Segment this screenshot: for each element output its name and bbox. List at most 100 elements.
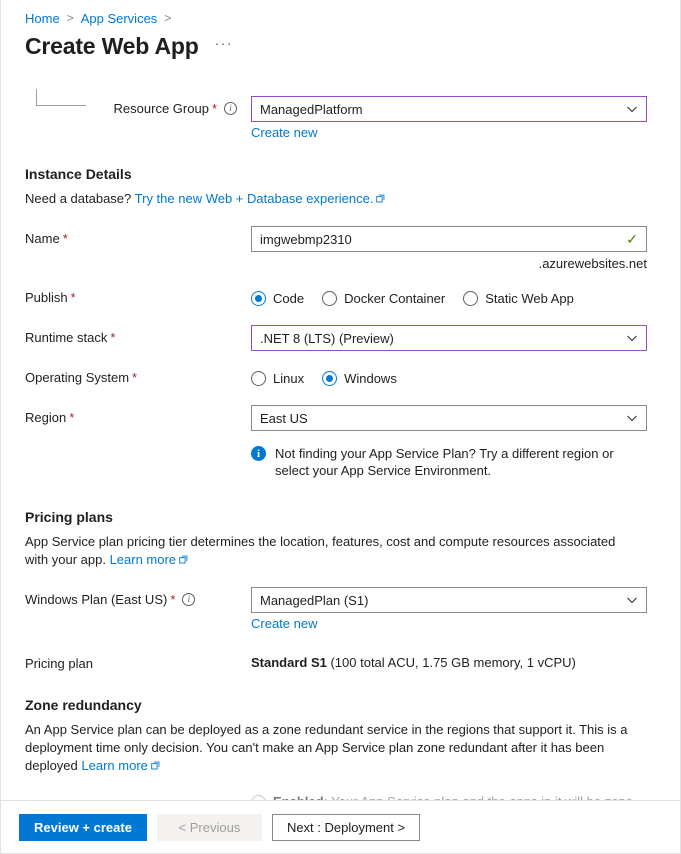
pricing-plan-tier: Standard S1	[251, 655, 327, 670]
required-asterisk: *	[63, 231, 68, 246]
wizard-footer: Review + create < Previous Next : Deploy…	[1, 800, 680, 853]
resource-group-create-new-link[interactable]: Create new	[251, 125, 656, 140]
region-field: East US i Not finding your App Service P…	[251, 405, 656, 479]
windows-plan-field: ManagedPlan (S1) Create new	[251, 587, 656, 631]
pricing-plans-description-wrap: App Service plan pricing tier determines…	[25, 533, 635, 569]
region-info-banner: i Not finding your App Service Plan? Try…	[251, 445, 647, 479]
chevron-down-icon	[626, 103, 638, 115]
runtime-stack-label: Runtime stack	[25, 330, 107, 345]
resource-group-dropdown[interactable]: ManagedPlatform	[251, 96, 647, 122]
operating-system-radio-group: Linux Windows	[251, 365, 656, 391]
chevron-down-icon	[626, 412, 638, 424]
database-prompt-text: Need a database?	[25, 191, 131, 206]
page-title: Create Web App	[25, 33, 199, 60]
zone-redundancy-learn-more-link[interactable]: Learn more	[81, 758, 147, 773]
field-operating-system: Operating System * Linux Windows	[25, 365, 656, 391]
publish-option-docker-container[interactable]: Docker Container	[322, 291, 445, 306]
required-asterisk: *	[110, 330, 115, 345]
breadcrumb-item-app-services[interactable]: App Services	[81, 11, 158, 26]
required-asterisk: *	[71, 290, 76, 305]
operating-system-field: Linux Windows	[251, 365, 656, 391]
runtime-stack-field: .NET 8 (LTS) (Preview)	[251, 325, 656, 351]
region-dropdown[interactable]: East US	[251, 405, 647, 431]
required-asterisk: *	[132, 370, 137, 385]
publish-option-code-label: Code	[273, 291, 304, 306]
windows-plan-create-new-link[interactable]: Create new	[251, 616, 656, 631]
region-info-text: Not finding your App Service Plan? Try a…	[275, 445, 647, 479]
more-options-icon[interactable]: ···	[215, 35, 234, 57]
previous-button[interactable]: < Previous	[157, 814, 262, 841]
resource-group-label: Resource Group	[114, 101, 209, 116]
region-value: East US	[260, 411, 620, 426]
info-circle-icon: i	[251, 446, 266, 461]
breadcrumb: Home > App Services >	[1, 0, 680, 26]
name-field: imgwebmp2310 ✓ .azurewebsites.net	[251, 226, 656, 271]
pricing-plan-label: Pricing plan	[25, 656, 93, 671]
breadcrumb-separator-icon: >	[67, 11, 74, 25]
external-link-icon	[376, 190, 385, 199]
windows-plan-label: Windows Plan (East US)	[25, 592, 167, 607]
form-body: Resource Group * i ManagedPlatform Creat…	[1, 96, 680, 854]
next-deployment-button[interactable]: Next : Deployment >	[272, 814, 420, 841]
resource-group-connector-tail	[64, 105, 86, 106]
radio-icon	[322, 371, 337, 386]
runtime-stack-dropdown[interactable]: .NET 8 (LTS) (Preview)	[251, 325, 647, 351]
external-link-icon	[179, 551, 188, 560]
publish-option-static-web-app[interactable]: Static Web App	[463, 291, 574, 306]
radio-icon	[251, 291, 266, 306]
windows-plan-label-wrap: Windows Plan (East US) * i	[25, 587, 251, 607]
windows-plan-value: ManagedPlan (S1)	[260, 593, 620, 608]
name-input-wrap[interactable]: imgwebmp2310 ✓	[251, 226, 647, 252]
database-prompt-row: Need a database? Try the new Web + Datab…	[25, 190, 635, 208]
publish-option-static-web-app-label: Static Web App	[485, 291, 574, 306]
windows-plan-dropdown[interactable]: ManagedPlan (S1)	[251, 587, 647, 613]
title-row: Create Web App ···	[1, 26, 680, 62]
chevron-down-icon	[626, 594, 638, 606]
valid-check-icon: ✓	[626, 232, 638, 246]
name-input[interactable]: imgwebmp2310	[260, 232, 620, 247]
resource-group-field: ManagedPlatform Create new	[251, 96, 656, 140]
name-domain-suffix: .azurewebsites.net	[251, 256, 647, 271]
name-label-wrap: Name *	[25, 226, 251, 246]
pricing-plan-label-wrap: Pricing plan	[25, 651, 251, 671]
field-runtime-stack: Runtime stack * .NET 8 (LTS) (Preview)	[25, 325, 656, 351]
field-resource-group: Resource Group * i ManagedPlatform Creat…	[25, 96, 656, 140]
section-pricing-plans: Pricing plans App Service plan pricing t…	[25, 509, 656, 569]
pricing-plans-learn-more-link[interactable]: Learn more	[110, 552, 176, 567]
zone-redundancy-title: Zone redundancy	[25, 697, 656, 713]
chevron-down-icon	[626, 332, 638, 344]
publish-label-wrap: Publish *	[25, 285, 251, 305]
info-icon[interactable]: i	[224, 102, 237, 115]
review-create-button[interactable]: Review + create	[19, 814, 147, 841]
breadcrumb-separator-icon-2: >	[164, 11, 171, 25]
web-database-experience-link[interactable]: Try the new Web + Database experience.	[135, 191, 374, 206]
runtime-stack-label-wrap: Runtime stack *	[25, 325, 251, 345]
breadcrumb-item-home[interactable]: Home	[25, 11, 60, 26]
field-pricing-plan: Pricing plan Standard S1 (100 total ACU,…	[25, 651, 656, 671]
required-asterisk: *	[170, 592, 175, 607]
field-publish: Publish * Code Docker Container Static	[25, 285, 656, 311]
pricing-plans-title: Pricing plans	[25, 509, 656, 525]
region-label-wrap: Region *	[25, 405, 251, 425]
field-region: Region * East US i Not finding your App …	[25, 405, 656, 479]
publish-radio-group: Code Docker Container Static Web App	[251, 285, 656, 311]
operating-system-option-linux-label: Linux	[273, 371, 304, 386]
radio-icon	[322, 291, 337, 306]
publish-label: Publish	[25, 290, 68, 305]
zone-redundancy-description-wrap: An App Service plan can be deployed as a…	[25, 721, 635, 775]
field-name: Name * imgwebmp2310 ✓ .azurewebsites.net	[25, 226, 656, 271]
info-icon[interactable]: i	[182, 593, 195, 606]
name-label: Name	[25, 231, 60, 246]
section-zone-redundancy: Zone redundancy An App Service plan can …	[25, 697, 656, 775]
publish-option-code[interactable]: Code	[251, 291, 304, 306]
field-windows-plan: Windows Plan (East US) * i ManagedPlan (…	[25, 587, 656, 631]
resource-group-value: ManagedPlatform	[260, 102, 620, 117]
resource-group-connector-line	[36, 89, 64, 106]
runtime-stack-value: .NET 8 (LTS) (Preview)	[260, 331, 620, 346]
radio-icon	[463, 291, 478, 306]
publish-option-docker-container-label: Docker Container	[344, 291, 445, 306]
operating-system-option-windows-label: Windows	[344, 371, 397, 386]
region-label: Region	[25, 410, 66, 425]
operating-system-option-windows[interactable]: Windows	[322, 371, 397, 386]
operating-system-option-linux[interactable]: Linux	[251, 371, 304, 386]
